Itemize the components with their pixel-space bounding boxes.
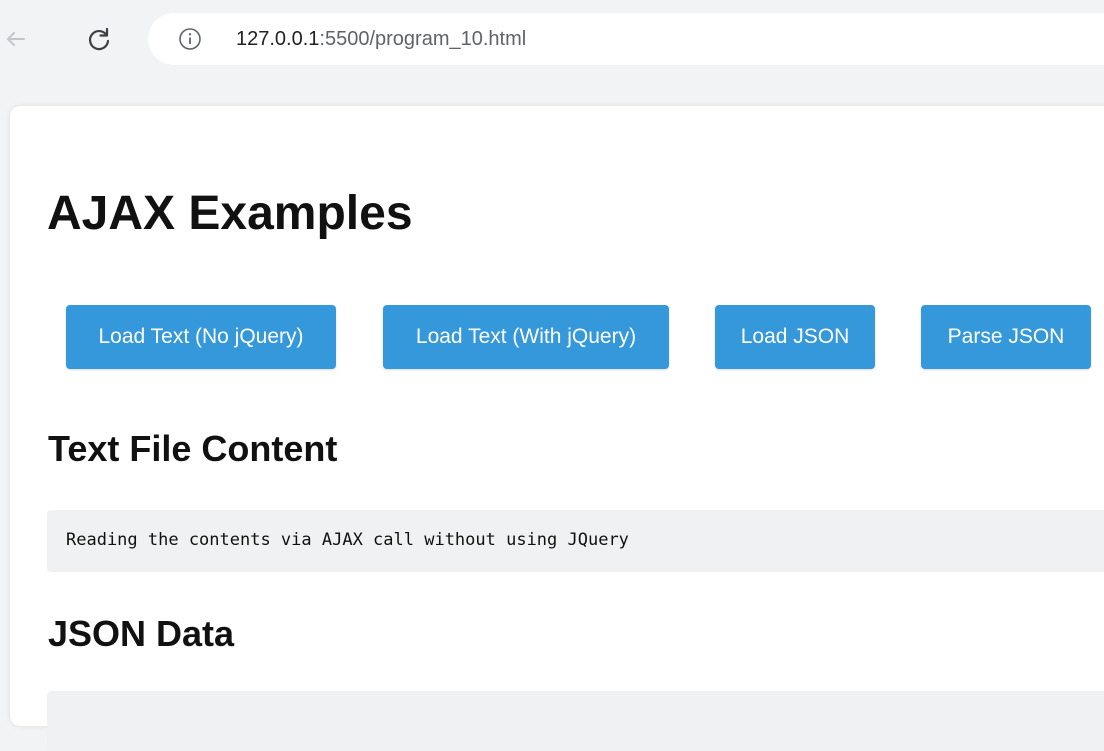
url-text[interactable]: 127.0.0.1:5500/program_10.html [236, 28, 526, 51]
reload-icon[interactable] [82, 22, 116, 56]
load-text-no-jquery-button[interactable]: Load Text (No jQuery) [66, 305, 336, 369]
load-json-button[interactable]: Load JSON [715, 305, 875, 369]
text-output-content: Reading the contents via AJAX call witho… [66, 530, 629, 550]
info-icon[interactable] [178, 27, 202, 51]
text-file-content-heading: Text File Content [48, 428, 338, 469]
parse-json-button[interactable]: Parse JSON [921, 305, 1091, 369]
page-title: AJAX Examples [47, 187, 413, 240]
back-arrow-icon[interactable] [0, 22, 34, 56]
page-content: AJAX Examples Load Text (No jQuery) Load… [10, 106, 1104, 751]
browser-toolbar: 127.0.0.1:5500/program_10.html [0, 0, 1104, 78]
json-output-box [47, 691, 1104, 751]
address-bar[interactable]: 127.0.0.1:5500/program_10.html [148, 13, 1104, 65]
json-data-heading: JSON Data [48, 613, 235, 654]
url-host: 127.0.0.1 [236, 28, 320, 50]
load-text-with-jquery-button[interactable]: Load Text (With jQuery) [383, 305, 669, 369]
text-output-box: Reading the contents via AJAX call witho… [47, 510, 1104, 572]
url-path: :5500/program_10.html [319, 28, 527, 50]
